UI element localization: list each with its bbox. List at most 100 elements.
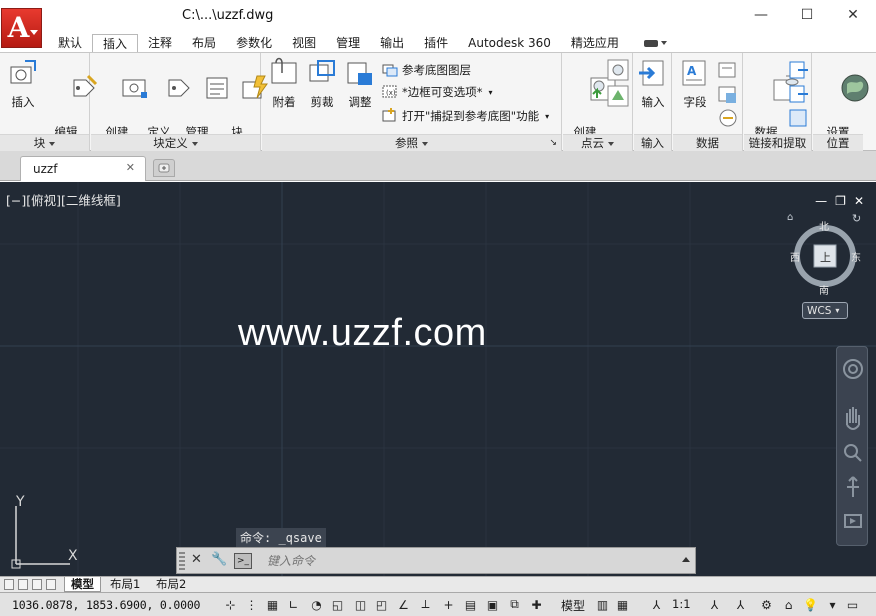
quick-view-drawings-icon[interactable]: ▦ [614, 596, 631, 613]
panel-title-linking-extraction[interactable]: 链接和提取 [744, 134, 811, 151]
isodraft-icon[interactable]: ◱ [329, 596, 346, 613]
first-layout-button[interactable] [4, 579, 14, 590]
ortho-mode-icon[interactable]: ∟ [285, 596, 302, 613]
rotate-view-icon[interactable]: ↻ [852, 212, 861, 225]
polar-tracking-icon[interactable]: ◔ [308, 596, 325, 613]
transparency-icon[interactable]: ▣ [484, 596, 501, 613]
layout-tab-model[interactable]: 模型 [64, 577, 101, 592]
model-space-toggle[interactable]: 模型 [561, 597, 585, 614]
panel-title-location[interactable]: 位置 [813, 134, 863, 151]
viewcube[interactable]: 北 南 西 东 上 [790, 218, 861, 297]
viewcube-south-label[interactable]: 南 [819, 282, 829, 297]
update-fields-icon[interactable] [717, 59, 739, 81]
panel-title-block[interactable]: 块 [0, 134, 89, 151]
tab-insert[interactable]: 插入 [92, 34, 139, 53]
isolate-objects-icon[interactable]: 💡 [802, 596, 819, 613]
insert-button[interactable]: 插入 [6, 57, 40, 110]
dialog-launcher-icon[interactable]: ↘ [549, 135, 557, 151]
drawing-area[interactable]: [−][俯视][二维线框] www.uzzf.com — ❐ ✕ 北 南 西 东… [0, 182, 876, 576]
frames-vary-button[interactable]: (x) *边框可变选项* ▾ [382, 82, 493, 102]
field-button[interactable]: A 字段 [677, 57, 713, 110]
workspace-gear-icon[interactable]: ⚙ [758, 596, 775, 613]
extract-data-icon[interactable] [788, 59, 810, 81]
clean-screen-icon[interactable]: ▭ [844, 596, 861, 613]
hyperlink-icon[interactable] [717, 107, 739, 129]
tab-manage[interactable]: 管理 [326, 34, 370, 53]
wrench-icon[interactable]: 🔧 [211, 552, 227, 567]
annotation-monitor-icon[interactable]: ✚ [528, 596, 545, 613]
infer-constraints-icon[interactable]: ⋮ [243, 596, 260, 613]
viewport-minimize-icon[interactable]: — [815, 194, 827, 208]
close-tab-icon[interactable]: ✕ [126, 161, 135, 174]
viewport-restore-icon[interactable]: ❐ [835, 194, 846, 208]
tab-view[interactable]: 视图 [282, 34, 326, 53]
panel-title-reference[interactable]: 参照 ↘ [262, 134, 561, 151]
viewcube-north-label[interactable]: 北 [819, 218, 829, 233]
viewport-controls-label[interactable]: [−][俯视][二维线框] [6, 190, 121, 209]
chevron-up-icon[interactable] [682, 557, 690, 562]
download-data-icon[interactable] [788, 107, 810, 129]
new-tab-button[interactable] [153, 159, 175, 177]
file-tab-uzzf[interactable]: uzzf ✕ [20, 156, 146, 181]
tab-annotate[interactable]: 注释 [138, 34, 182, 53]
attach-button[interactable]: 附着 [266, 57, 302, 110]
close-button[interactable]: ✕ [830, 0, 876, 30]
object-snap-tracking-icon[interactable]: ∠ [395, 596, 412, 613]
panel-title-import[interactable]: 输入 [634, 134, 671, 151]
last-layout-button[interactable] [46, 579, 56, 590]
auto-scale-icon[interactable]: ⅄ [732, 596, 749, 613]
selection-cycling-icon[interactable]: ⧉ [506, 596, 523, 613]
minimize-button[interactable]: — [738, 0, 784, 30]
ole-object-icon[interactable] [717, 83, 739, 105]
application-menu-button[interactable]: A [1, 8, 42, 48]
tab-parametric[interactable]: 参数化 [226, 34, 282, 53]
prev-layout-button[interactable] [18, 579, 28, 590]
hardware-acceleration-icon[interactable]: ▾ [824, 596, 841, 613]
close-icon[interactable]: ✕ [191, 552, 202, 567]
layout-tab-layout1[interactable]: 布局1 [104, 577, 146, 592]
lock-ui-icon[interactable]: ⌂ [780, 596, 797, 613]
3d-object-snap-icon[interactable]: ◰ [373, 596, 390, 613]
underlay-layers-button[interactable]: 参考底图图层 [382, 60, 471, 80]
upload-data-icon[interactable] [788, 83, 810, 105]
quick-view-layouts-icon[interactable]: ▥ [594, 596, 611, 613]
annotation-scale-icon[interactable]: ⅄ [648, 596, 665, 613]
wcs-menu-button[interactable]: WCS ▾ [802, 302, 848, 319]
snap-to-underlay-button[interactable]: 打开"捕捉到参考底图"功能 ▾ [382, 106, 549, 126]
tab-plugins[interactable]: 插件 [414, 34, 458, 53]
annotation-visibility-icon[interactable]: ⅄ [706, 596, 723, 613]
panel-title-block-definition[interactable]: 块定义 [91, 134, 260, 151]
coordinate-readout[interactable]: 1036.0878, 1853.6900, 0.0000 [12, 598, 200, 612]
tab-layout[interactable]: 布局 [182, 34, 226, 53]
tab-default[interactable]: 默认 [48, 34, 92, 53]
dynamic-input-icon[interactable]: + [440, 596, 457, 613]
panel-title-pointcloud[interactable]: 点云 [563, 134, 632, 151]
object-snap-icon[interactable]: ◫ [352, 596, 369, 613]
command-input[interactable] [267, 551, 667, 571]
pointcloud-attach-icon[interactable] [607, 59, 629, 81]
lineweight-icon[interactable]: ▤ [462, 596, 479, 613]
panel-title-data[interactable]: 数据 [673, 134, 742, 151]
drag-handle-icon[interactable] [179, 552, 185, 570]
viewcube-west-label[interactable]: 西 [790, 249, 800, 264]
layout-tab-layout2[interactable]: 布局2 [150, 577, 192, 592]
next-layout-button[interactable] [32, 579, 42, 590]
pointcloud-index-icon[interactable] [607, 85, 629, 107]
viewcube-east-label[interactable]: 东 [851, 249, 861, 264]
tab-featured-apps[interactable]: 精选应用 [561, 34, 629, 53]
viewcube-top-face[interactable]: 上 [820, 249, 831, 265]
grid-display-icon[interactable]: ▦ [264, 596, 281, 613]
home-icon[interactable]: ⌂ [787, 212, 793, 223]
tab-output[interactable]: 输出 [370, 34, 414, 53]
annotation-scale-value[interactable]: 1:1 [672, 597, 691, 611]
tab-autodesk-360[interactable]: Autodesk 360 [458, 34, 561, 53]
clip-button[interactable]: 剪裁 [304, 57, 340, 110]
snap-mode-icon[interactable]: ⊹ [222, 596, 239, 613]
command-prompt-icon[interactable]: >_ [234, 553, 252, 569]
viewport-close-icon[interactable]: ✕ [854, 194, 864, 208]
import-button[interactable]: 输入 [636, 57, 670, 110]
maximize-button[interactable]: ☐ [784, 0, 830, 30]
dynamic-ucs-icon[interactable]: ⟂ [417, 596, 434, 613]
ribbon-options-button[interactable] [643, 37, 667, 49]
adjust-button[interactable]: 调整 [342, 57, 378, 110]
